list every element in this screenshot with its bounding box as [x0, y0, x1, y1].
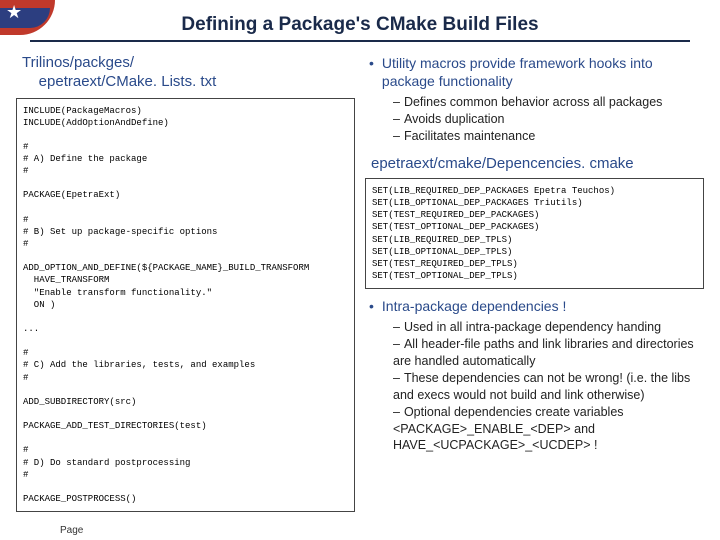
sub-optional-deps: –Optional dependencies create variables … [393, 404, 704, 455]
sub-cannot-be-wrong: –These dependencies can not be wrong! (i… [393, 370, 704, 404]
sub-avoids: –Avoids duplication [393, 111, 704, 128]
bullet-text-2: Intra-package dependencies ! [382, 297, 566, 315]
star-icon: ★ [6, 2, 22, 23]
bullet-text: Utility macros provide framework hooks i… [382, 54, 704, 90]
code-block-cmakelists: INCLUDE(PackageMacros) INCLUDE(AddOption… [16, 98, 355, 513]
right-file-path: epetraext/cmake/Depencencies. cmake [371, 155, 704, 172]
footer-page: Page [60, 525, 83, 536]
logo-corner: ★ [0, 0, 60, 40]
title-rule [30, 40, 690, 42]
bullet-intra-package: •Intra-package dependencies ! [369, 297, 704, 315]
sub-used-in-all: –Used in all intra-package dependency ha… [393, 319, 704, 336]
sub-defines: –Defines common behavior across all pack… [393, 94, 704, 111]
bullet-utility-macros: •Utility macros provide framework hooks … [369, 54, 704, 90]
slide-title: Defining a Package's CMake Build Files [0, 0, 720, 40]
left-file-path: Trilinos/packges/ epetraext/CMake. Lists… [22, 54, 355, 92]
sub-header-paths: –All header-file paths and link librarie… [393, 336, 704, 370]
code-block-dependencies: SET(LIB_REQUIRED_DEP_PACKAGES Epetra Teu… [365, 178, 704, 289]
sub-facilitates: –Facilitates maintenance [393, 128, 704, 145]
